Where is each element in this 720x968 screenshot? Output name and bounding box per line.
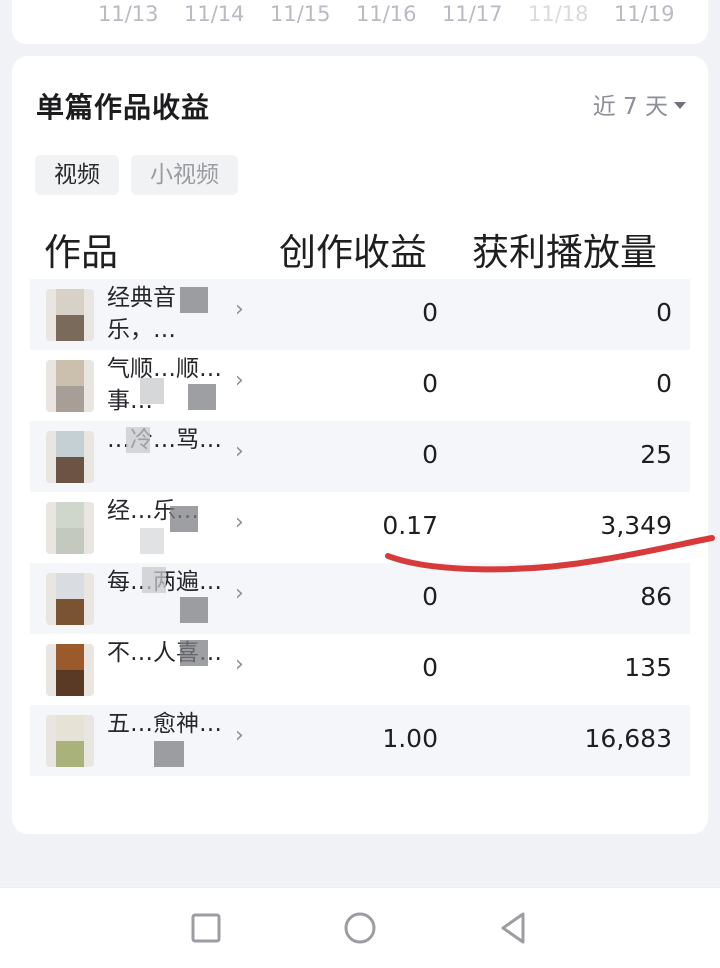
table-row[interactable]: 五…愈神… › 1.00 16,683 xyxy=(30,705,690,776)
redaction-mosaic xyxy=(154,741,184,767)
table-header: 作品 创作收益 获利播放量 xyxy=(30,222,690,274)
redaction-mosaic xyxy=(170,506,198,532)
date-label: 11/14 xyxy=(184,2,245,26)
redaction-mosaic xyxy=(140,378,164,404)
square-icon[interactable] xyxy=(186,908,226,948)
redaction-mosaic xyxy=(180,597,208,623)
earnings-value: 0 xyxy=(422,440,438,469)
column-header-work: 作品 xyxy=(44,231,118,274)
date-range-dropdown[interactable]: 近 7 天 xyxy=(593,87,686,121)
system-navigation-bar xyxy=(0,887,720,968)
redaction-mosaic xyxy=(140,528,164,554)
back-triangle-icon[interactable] xyxy=(494,908,534,948)
plays-value: 135 xyxy=(624,653,672,682)
work-title: …冷…骂… xyxy=(107,427,222,453)
plays-value: 86 xyxy=(640,582,672,611)
date-range-label: 近 7 天 xyxy=(592,94,668,120)
date-axis: 11/13 11/14 11/15 11/16 11/17 11/18 11/1… xyxy=(12,2,708,30)
work-thumbnail xyxy=(46,289,94,341)
table-row[interactable]: …冷…骂… › 0 25 xyxy=(30,421,690,492)
column-header-plays: 获利播放量 xyxy=(472,231,657,274)
column-header-earnings: 创作收益 xyxy=(279,231,427,274)
content-type-tabs: 视频 小视频 xyxy=(35,155,238,195)
earnings-value: 0 xyxy=(422,298,438,327)
tab-short-video[interactable]: 小视频 xyxy=(131,155,238,195)
earnings-value: 0 xyxy=(422,369,438,398)
work-thumbnail xyxy=(46,431,94,483)
earnings-value: 0.17 xyxy=(382,511,438,540)
plays-value: 16,683 xyxy=(584,724,672,753)
single-work-earnings-card: 单篇作品收益 近 7 天 视频 小视频 作品 创作收益 获利播放量 经典音乐，…… xyxy=(12,56,708,834)
table-row[interactable]: 气顺…顺…事… › 0 0 xyxy=(30,350,690,421)
work-thumbnail xyxy=(46,573,94,625)
table-row[interactable]: 经典音乐，… › 0 0 xyxy=(30,279,690,350)
circle-icon[interactable] xyxy=(340,908,380,948)
redaction-mosaic xyxy=(180,640,208,666)
work-title: 经…乐… xyxy=(107,498,199,524)
chevron-right-icon: › xyxy=(235,581,244,606)
card-title: 单篇作品收益 xyxy=(36,91,211,124)
date-label: 11/16 xyxy=(356,2,417,26)
earnings-value: 0 xyxy=(422,582,438,611)
table-row[interactable]: 每…两遍… › 0 86 xyxy=(30,563,690,634)
table-row[interactable]: 经…乐… › 0.17 3,349 xyxy=(30,492,690,563)
work-thumbnail xyxy=(46,644,94,696)
plays-value: 0 xyxy=(656,298,672,327)
earnings-value: 1.00 xyxy=(382,724,438,753)
chevron-right-icon: › xyxy=(235,723,244,748)
caret-down-icon xyxy=(674,101,686,109)
date-label: 11/15 xyxy=(270,2,331,26)
chevron-right-icon: › xyxy=(235,368,244,393)
chevron-right-icon: › xyxy=(235,652,244,677)
trend-chart-card: 11/13 11/14 11/15 11/16 11/17 11/18 11/1… xyxy=(12,0,708,44)
redaction-mosaic xyxy=(142,567,166,593)
date-label: 11/18 xyxy=(528,2,589,26)
earnings-table: 经典音乐，… › 0 0 气顺…顺…事… › 0 0 …冷…骂… › 0 25 … xyxy=(30,279,690,776)
earnings-value: 0 xyxy=(422,653,438,682)
chevron-right-icon: › xyxy=(235,510,244,535)
work-thumbnail xyxy=(46,360,94,412)
redaction-mosaic xyxy=(126,427,150,453)
plays-value: 3,349 xyxy=(600,511,672,540)
plays-value: 0 xyxy=(656,369,672,398)
work-thumbnail xyxy=(46,715,94,767)
work-thumbnail xyxy=(46,502,94,554)
date-label: 11/19 xyxy=(614,2,675,26)
date-label: 11/13 xyxy=(98,2,159,26)
redaction-mosaic xyxy=(188,384,216,410)
chevron-right-icon: › xyxy=(235,297,244,322)
table-row[interactable]: 不…人喜… › 0 135 xyxy=(30,634,690,705)
tab-video[interactable]: 视频 xyxy=(35,155,119,195)
chevron-right-icon: › xyxy=(235,439,244,464)
redaction-mosaic xyxy=(180,287,208,313)
date-label: 11/17 xyxy=(442,2,503,26)
plays-value: 25 xyxy=(640,440,672,469)
